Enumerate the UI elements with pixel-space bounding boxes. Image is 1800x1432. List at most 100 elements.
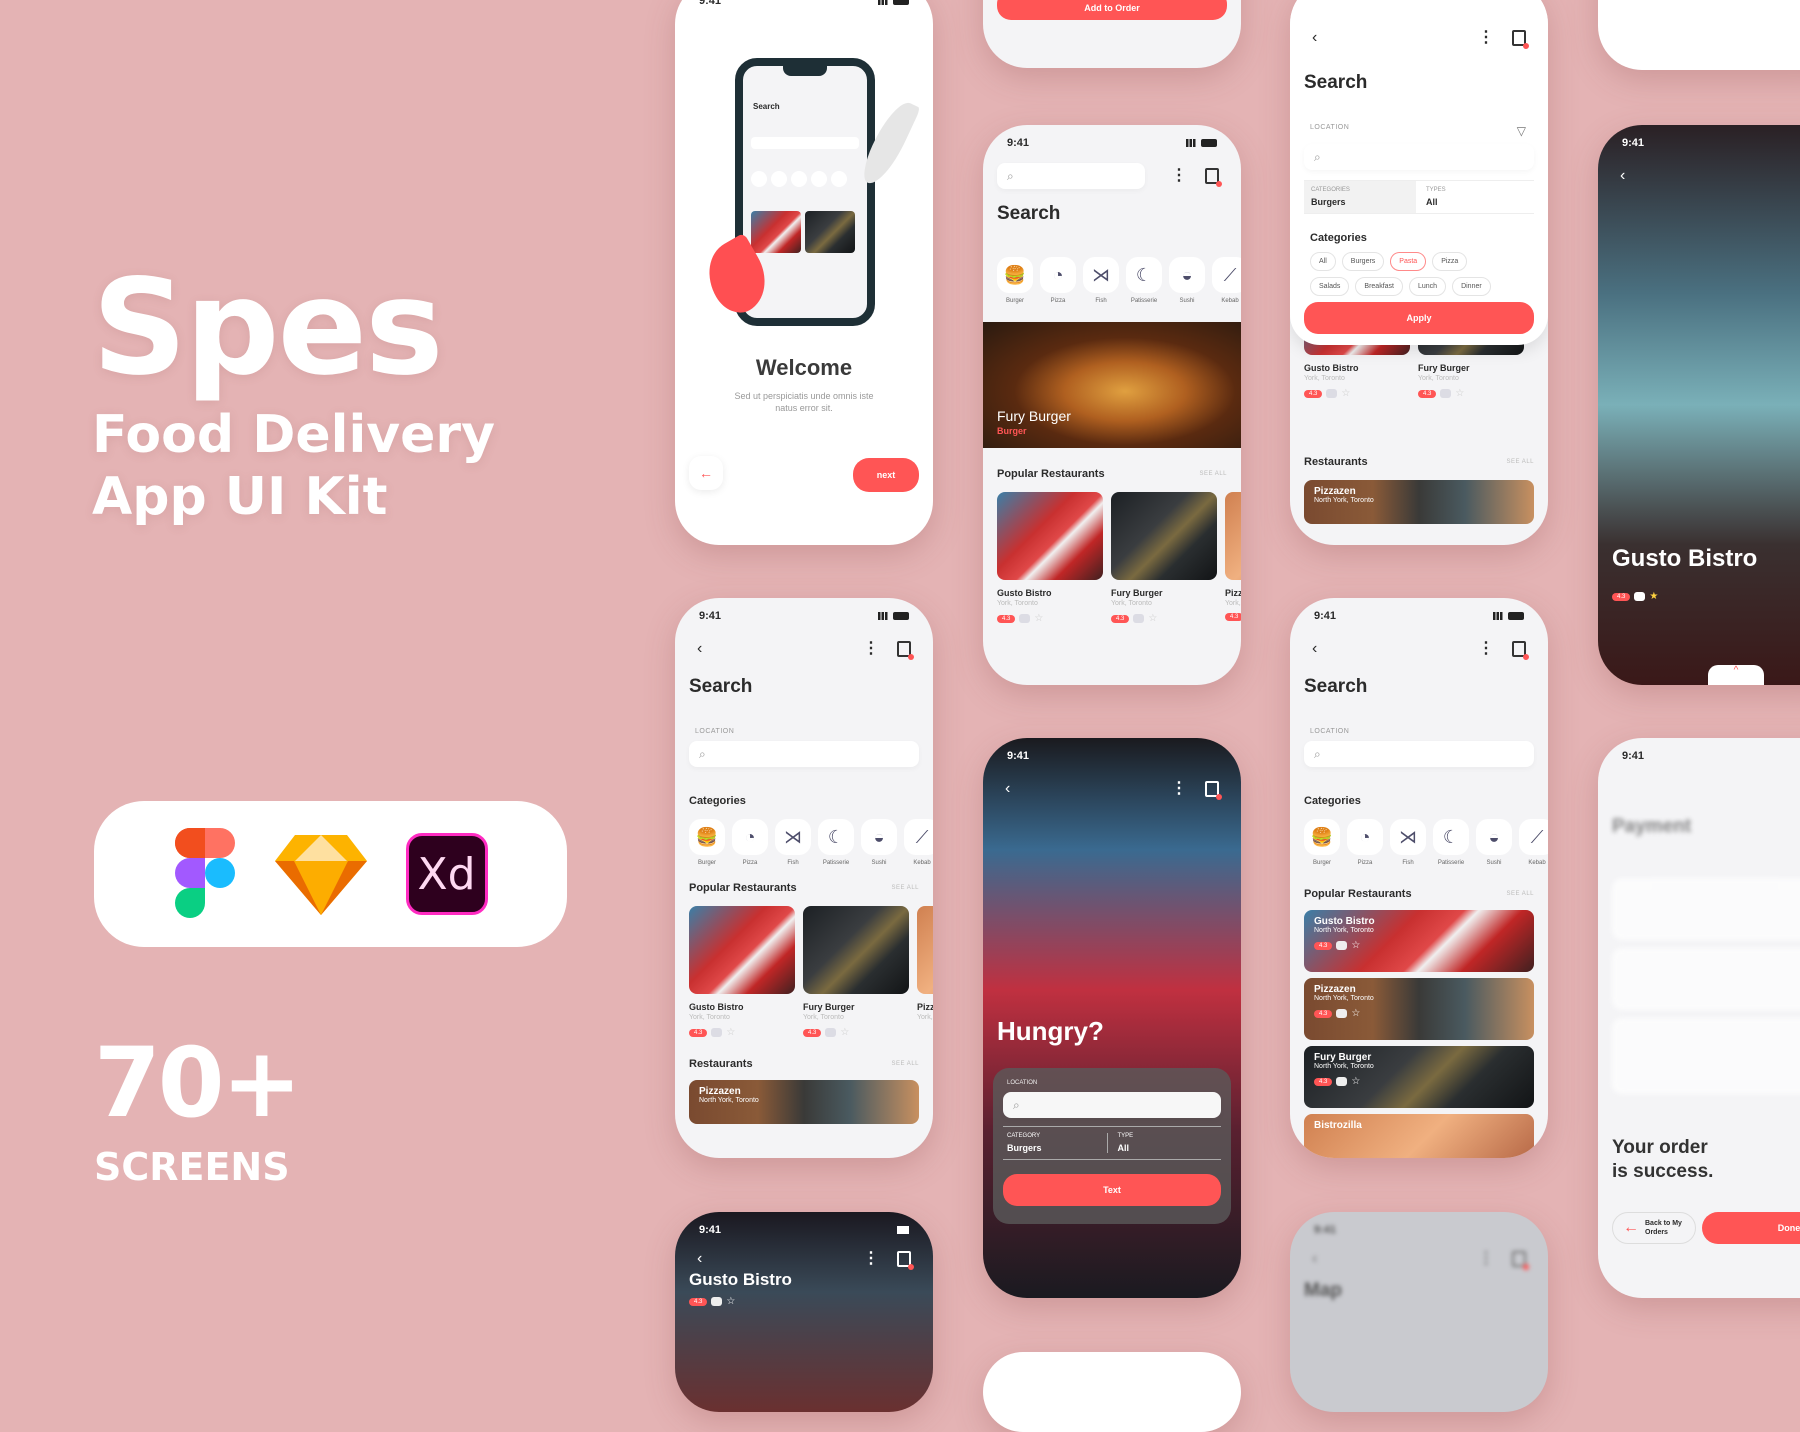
category-chip[interactable]: Dinner <box>1452 277 1491 296</box>
done-button[interactable]: Done <box>1702 1212 1800 1244</box>
phone-gusto-bottom: 9:41 ‹ ⋮ Gusto Bistro 4.3 ☆ <box>675 1212 933 1412</box>
more-icon[interactable]: ⋮ <box>863 641 879 657</box>
more-icon[interactable]: ⋮ <box>1171 168 1187 184</box>
category-select[interactable]: CATEGORY Burgers <box>1007 1133 1108 1153</box>
restaurant-banner[interactable]: Pizzazen North York, Toronto <box>1304 480 1534 524</box>
category-item[interactable]: ⋊ Fish <box>1390 819 1426 866</box>
category-item[interactable]: 🍔 Burger <box>689 819 725 866</box>
hero: Spes Food Delivery App UI Kit <box>92 262 495 528</box>
restaurant-card[interactable]: Fury Burger York, Toronto 4.3 ☆ <box>1111 492 1217 624</box>
next-button[interactable]: next <box>853 458 919 492</box>
location: North York, Toronto <box>1314 1063 1374 1070</box>
search-input[interactable]: ⌕ <box>997 163 1145 189</box>
see-all-link[interactable]: SEE ALL <box>1199 471 1227 477</box>
filter-icon[interactable]: ▽ <box>1517 124 1526 138</box>
categories: Pizza <box>1050 298 1066 304</box>
location-label: LOCATION <box>1310 728 1350 735</box>
category-chip[interactable]: All <box>1310 252 1336 271</box>
welcome-title: Welcome <box>755 355 853 380</box>
rating: 4.3 <box>689 1028 708 1037</box>
location: York, Toronto <box>1304 375 1345 382</box>
category-chip[interactable]: Pizza <box>1432 252 1468 271</box>
location: York, Toronto <box>1111 600 1152 607</box>
restaurant-banner[interactable]: Pizzazen North York, Toronto <box>689 1080 919 1124</box>
list-item[interactable]: Fury Burger North York, Toronto 4.3 ☆ <box>1304 1046 1534 1108</box>
restaurant-card[interactable]: Pizzazen York, Toronto 4.3 <box>1225 492 1241 624</box>
popular-title: Popular Restaurants <box>689 882 797 894</box>
croissant-icon: ☾ <box>1126 257 1162 293</box>
status-time: 9:41 <box>1314 610 1337 622</box>
back-button[interactable]: ← <box>689 456 723 490</box>
category-item[interactable]: ☾ Patisserie <box>1126 257 1162 304</box>
name: Gusto Bistro <box>1304 363 1359 373</box>
back-icon[interactable]: ‹ <box>1620 167 1625 185</box>
bag-icon[interactable] <box>1205 168 1222 187</box>
location-input[interactable]: ⌕ <box>689 741 919 767</box>
phone-home: 9:41 ⌕ ⋮ Search 🍔 Burger ◔ Pizza ⋊ Fish ☾ Pa… <box>983 125 1241 685</box>
type-value: All <box>1117 1143 1130 1153</box>
category-item[interactable]: ⟋ Kebab <box>1212 257 1241 304</box>
location: York, Toronto <box>689 1014 730 1021</box>
category-item[interactable]: ⟋ Kebab <box>904 819 933 866</box>
see-all[interactable]: SEE ALL <box>891 1061 919 1067</box>
rating-badge: 4.3 <box>1612 592 1631 601</box>
location-input[interactable]: ⌕ <box>1304 144 1534 170</box>
restaurant-card[interactable]: Gusto Bistro York, Toronto 4.3 ☆ <box>689 906 795 1038</box>
expand-handle[interactable]: ^ <box>1708 665 1764 685</box>
restaurants-title: Restaurants <box>689 1058 753 1070</box>
type-select[interactable]: TYPE All <box>1108 1133 1218 1153</box>
category-item[interactable]: ◔ Pizza <box>732 819 768 866</box>
category-item[interactable]: ◒ Sushi <box>1169 257 1205 304</box>
featured-name: Fury Burger <box>997 408 1071 424</box>
category-item[interactable]: ◒ Sushi <box>1476 819 1512 866</box>
category-item[interactable]: ◔ Pizza <box>1040 257 1076 304</box>
back-icon[interactable]: ‹ <box>1312 29 1317 47</box>
see-all[interactable]: SEE ALL <box>1506 459 1534 465</box>
category-item[interactable]: 🍔 Burger <box>1304 819 1340 866</box>
category-item[interactable]: ◔ Pizza <box>1347 819 1383 866</box>
location: North York, Toronto <box>1314 927 1374 934</box>
submit-button[interactable]: Text <box>1003 1174 1221 1206</box>
pizza-icon: ◔ <box>1040 257 1076 293</box>
featured-banner[interactable]: Fury Burger Burger <box>983 322 1241 448</box>
back-to-orders-button[interactable]: ← Back to My Orders <box>1612 1212 1696 1244</box>
list-item[interactable]: Pizzazen North York, Toronto 4.3 ☆ <box>1304 978 1534 1040</box>
categories: Pizza <box>742 860 758 866</box>
apply-button[interactable]: Apply <box>1304 302 1534 334</box>
list-item[interactable]: Bistrozilla <box>1304 1114 1534 1158</box>
location-input[interactable]: ⌕ <box>1003 1092 1221 1118</box>
category-chip[interactable]: Burgers <box>1341 252 1385 271</box>
category-chip[interactable]: Lunch <box>1408 277 1447 296</box>
category-chip[interactable]: Pasta <box>1390 252 1427 271</box>
back-icon[interactable]: ‹ <box>1005 780 1010 798</box>
more-icon[interactable]: ⋮ <box>1478 30 1494 46</box>
categories-select[interactable]: CATEGORIES Burgers <box>1304 181 1416 213</box>
phone-search: 9:41 ‹ ⋮ Search LOCATION ⌕ Categories 🍔 Bu… <box>675 598 933 1158</box>
category-chip[interactable]: Salads <box>1310 277 1350 296</box>
see-all[interactable]: SEE ALL <box>891 885 919 891</box>
category-item[interactable]: ⟋ Kebab <box>1519 819 1548 866</box>
back-icon[interactable]: ‹ <box>697 640 702 658</box>
category-chip[interactable]: Breakfast <box>1355 277 1403 296</box>
status-time: 9:41 <box>1622 137 1645 149</box>
category-item[interactable]: ⋊ Fish <box>1083 257 1119 304</box>
see-all[interactable]: SEE ALL <box>1506 891 1534 897</box>
category-item[interactable]: ◒ Sushi <box>861 819 897 866</box>
add-to-order-button[interactable]: Add to Order <box>997 0 1227 20</box>
list-item[interactable]: Gusto Bistro North York, Toronto 4.3 ☆ <box>1304 910 1534 972</box>
location-input[interactable]: ⌕ <box>1304 741 1534 767</box>
restaurant-card[interactable]: Fury Burger York, Toronto 4.3 ☆ <box>803 906 909 1038</box>
category-item[interactable]: ⋊ Fish <box>775 819 811 866</box>
bag-icon[interactable] <box>1512 30 1529 49</box>
restaurant-card[interactable]: Gusto Bistro York, Toronto 4.3 ☆ <box>997 492 1103 624</box>
bag-icon[interactable] <box>897 641 914 660</box>
page-title: Search <box>1304 72 1368 93</box>
category-item[interactable]: ☾ Patisserie <box>1433 819 1469 866</box>
category-item[interactable]: ☾ Patisserie <box>818 819 854 866</box>
phone-payment: 9:41 Payment Your order is success. ← Back… <box>1598 738 1800 1298</box>
types-select[interactable]: TYPES All <box>1416 181 1534 213</box>
restaurant-card[interactable]: Pizzazen York, Toronto <box>917 906 933 1038</box>
back-icon[interactable]: ‹ <box>1312 640 1317 658</box>
restaurant-name: Pizzazen <box>699 1086 741 1097</box>
category-item[interactable]: 🍔 Burger <box>997 257 1033 304</box>
